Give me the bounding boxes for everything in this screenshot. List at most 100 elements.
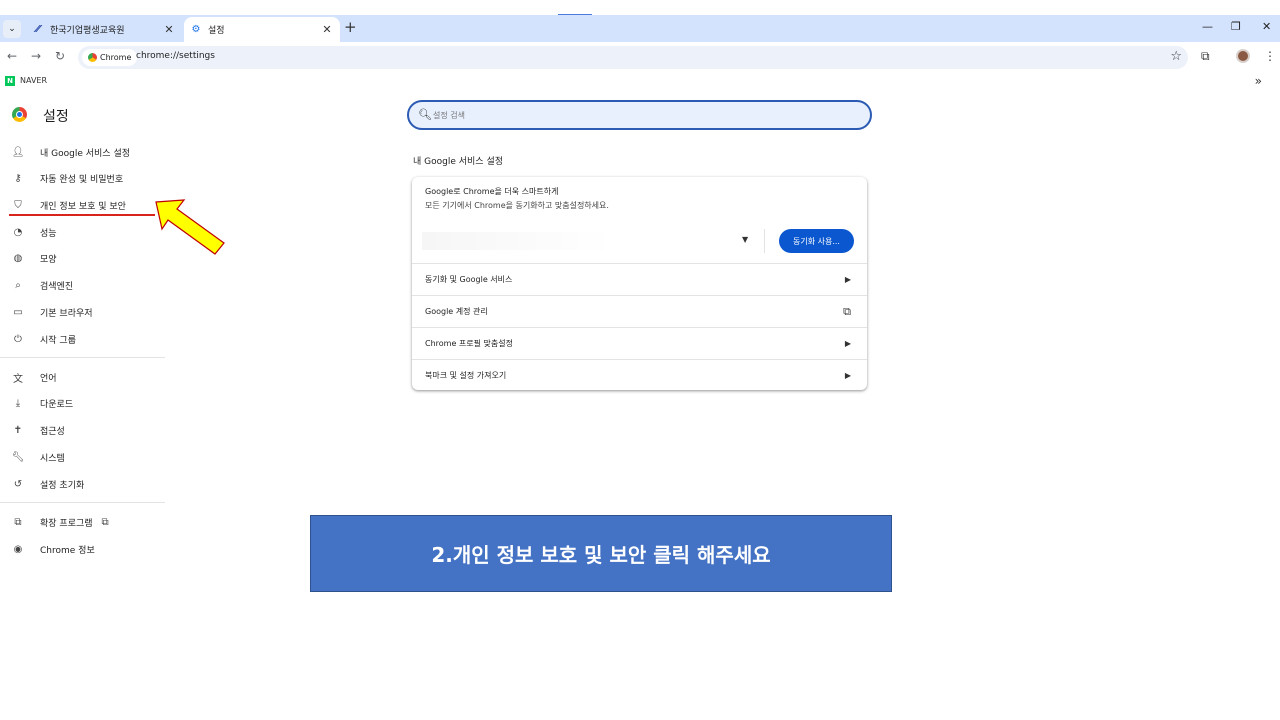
pointer-arrow: [155, 199, 225, 255]
window-close-button[interactable]: ✕: [1262, 20, 1271, 33]
chevron-right-icon: ▶: [844, 339, 851, 348]
sidebar-item-label: 접근성: [40, 426, 65, 437]
close-icon[interactable]: ✕: [162, 23, 176, 36]
card-subtext: 모든 기기에서 Chrome을 동기화하고 맞춤설정하세요.: [425, 201, 609, 210]
sidebar-item-accessibility[interactable]: ✝ 접근성: [10, 419, 65, 441]
sidebar-item-label: 자동 완성 및 비밀번호: [40, 174, 124, 185]
speedometer-icon: ◔: [13, 226, 23, 238]
close-icon[interactable]: ✕: [320, 23, 334, 36]
bookmarks-bar: N NAVER »: [0, 72, 1280, 92]
sidebar-item-extensions[interactable]: ⧉ 확장 프로그램 ⧉: [10, 511, 108, 533]
sidebar-item-default-browser[interactable]: ▭ 기본 브라우저: [10, 301, 93, 323]
reset-icon: ↺: [13, 478, 23, 490]
row-customize-profile[interactable]: Chrome 프로필 맞춤설정 ▶: [412, 327, 867, 359]
sidebar-item-on-startup[interactable]: ⏻ 시작 그룹: [10, 328, 76, 350]
person-icon: 👤︎: [11, 146, 25, 158]
tab-strip: ⌄ ⁄⁄ 한국기업평생교육원 ✕ ⚙ 설정 ✕ + — ❐ ✕: [0, 15, 1280, 42]
sidebar-item-label: 내 Google 서비스 설정: [40, 148, 131, 159]
page-title: 설정: [43, 109, 69, 125]
external-link-icon: ⧉: [843, 304, 851, 318]
avatar[interactable]: [1236, 49, 1250, 63]
puzzle-icon: ⧉: [14, 516, 22, 528]
power-icon: ⏻: [14, 333, 22, 345]
arrow-shape: [155, 199, 225, 255]
instruction-banner: 2.개인 정보 보호 및 보안 클릭 해주세요: [310, 515, 892, 592]
sidebar-item-label: 다운로드: [40, 399, 74, 410]
download-icon: ⤓: [15, 397, 21, 409]
menu-kebab-icon[interactable]: ⋮: [1264, 49, 1276, 63]
sync-button[interactable]: 동기화 사용...: [779, 229, 854, 253]
sidebar-item-about-chrome[interactable]: ◉ Chrome 정보: [10, 538, 95, 560]
banner-text: 2.개인 정보 보호 및 보안 클릭 해주세요: [431, 543, 771, 567]
chrome-icon: [88, 53, 97, 62]
dropdown-arrow-icon[interactable]: ▼: [742, 235, 748, 244]
sidebar-item-label: Chrome 정보: [40, 545, 95, 556]
new-tab-button[interactable]: +: [344, 18, 357, 36]
naver-icon: N: [5, 76, 15, 86]
gear-icon: ⚙: [191, 24, 201, 35]
forward-arrow-icon[interactable]: →: [31, 49, 41, 63]
highlight-underline: [9, 214, 155, 216]
minimize-button[interactable]: —: [1202, 20, 1213, 33]
settings-search[interactable]: 🔍︎: [407, 100, 872, 130]
bookmark-naver[interactable]: NAVER: [20, 76, 47, 85]
search-input[interactable]: [433, 108, 853, 122]
sidebar-item-label: 기본 브라우저: [40, 308, 93, 319]
chevron-right-icon: ▶: [844, 371, 851, 380]
row-manage-account[interactable]: Google 계정 관리 ⧉: [412, 295, 867, 327]
sidebar-item-performance[interactable]: ◔ 성능: [10, 221, 57, 243]
accessibility-icon: ✝: [13, 424, 23, 436]
wrench-icon: 🔧︎: [11, 451, 25, 463]
tab-settings[interactable]: ⚙ 설정 ✕: [184, 17, 340, 42]
sidebar-item-system[interactable]: 🔧︎ 시스템: [10, 446, 65, 468]
sidebar-item-reset[interactable]: ↺ 설정 초기화: [10, 473, 84, 495]
tab-company[interactable]: ⁄⁄ 한국기업평생교육원 ✕: [26, 17, 182, 42]
divider: [0, 357, 165, 358]
chrome-icon: ◉: [13, 543, 23, 555]
chip-label: Chrome: [100, 53, 132, 62]
address-bar[interactable]: Chrome chrome://settings ☆: [78, 46, 1188, 69]
site-info-chip[interactable]: Chrome: [82, 49, 138, 66]
divider: [764, 229, 765, 253]
sidebar-item-label: 설정 초기화: [40, 480, 85, 491]
sidebar-item-downloads[interactable]: ⤓ 다운로드: [10, 392, 73, 414]
sidebar-item-label: 개인 정보 보호 및 보안: [40, 201, 126, 212]
sidebar-item-google-services[interactable]: 👤︎ 내 Google 서비스 설정: [10, 141, 130, 163]
sidebar-item-label: 언어: [40, 373, 57, 384]
url-text[interactable]: chrome://settings: [136, 51, 215, 61]
card-headline: Google로 Chrome을 더욱 스마트하게: [425, 187, 559, 196]
extensions-puzzle-icon[interactable]: ⧉: [1201, 49, 1210, 64]
tab-search-button[interactable]: ⌄: [3, 20, 21, 38]
sidebar-item-label: 모양: [40, 254, 57, 265]
account-selector[interactable]: [422, 232, 612, 250]
chevron-right-icon: ▶: [844, 275, 851, 284]
search-icon: 🔍︎: [418, 108, 432, 121]
restore-button[interactable]: ❐: [1231, 20, 1241, 33]
back-arrow-icon[interactable]: ←: [7, 49, 17, 63]
bookmarks-more-icon[interactable]: »: [1255, 74, 1262, 88]
row-label: Chrome 프로필 맞춤설정: [425, 339, 513, 348]
sidebar-item-autofill[interactable]: ⚷ 자동 완성 및 비밀번호: [10, 167, 123, 189]
row-import-bookmarks[interactable]: 북마크 및 설정 가져오기 ▶: [412, 359, 867, 391]
key-icon: ⚷: [14, 172, 22, 184]
search-icon: ⌕: [15, 279, 21, 291]
toolbar: ← → ↻ Chrome chrome://settings ☆ ⧉ ⋮: [0, 42, 1280, 72]
row-label: 북마크 및 설정 가져오기: [425, 371, 507, 380]
sidebar-item-languages[interactable]: 文 언어: [10, 366, 57, 388]
chrome-logo-icon: [12, 107, 27, 122]
sidebar-item-search-engine[interactable]: ⌕ 검색엔진: [10, 274, 73, 296]
sidebar-item-label: 성능: [40, 228, 57, 239]
row-sync-services[interactable]: 동기화 및 Google 서비스 ▶: [412, 263, 867, 295]
google-services-card: Google로 Chrome을 더욱 스마트하게 모든 기기에서 Chrome을…: [412, 177, 867, 390]
palette-icon: ◍: [13, 252, 23, 264]
reload-icon[interactable]: ↻: [55, 49, 65, 63]
shield-icon: ⛉: [14, 199, 22, 211]
translate-icon: 文: [13, 373, 23, 385]
sidebar-item-appearance[interactable]: ◍ 모양: [10, 247, 57, 269]
sidebar-item-privacy[interactable]: ⛉ 개인 정보 보호 및 보안: [10, 194, 126, 216]
tab-title: 한국기업평생교육원: [50, 26, 125, 36]
browser-window-icon: ▭: [13, 306, 23, 318]
site-favicon-icon: ⁄⁄: [36, 24, 40, 35]
row-label: Google 계정 관리: [425, 307, 488, 316]
bookmark-star-icon[interactable]: ☆: [1170, 49, 1182, 64]
